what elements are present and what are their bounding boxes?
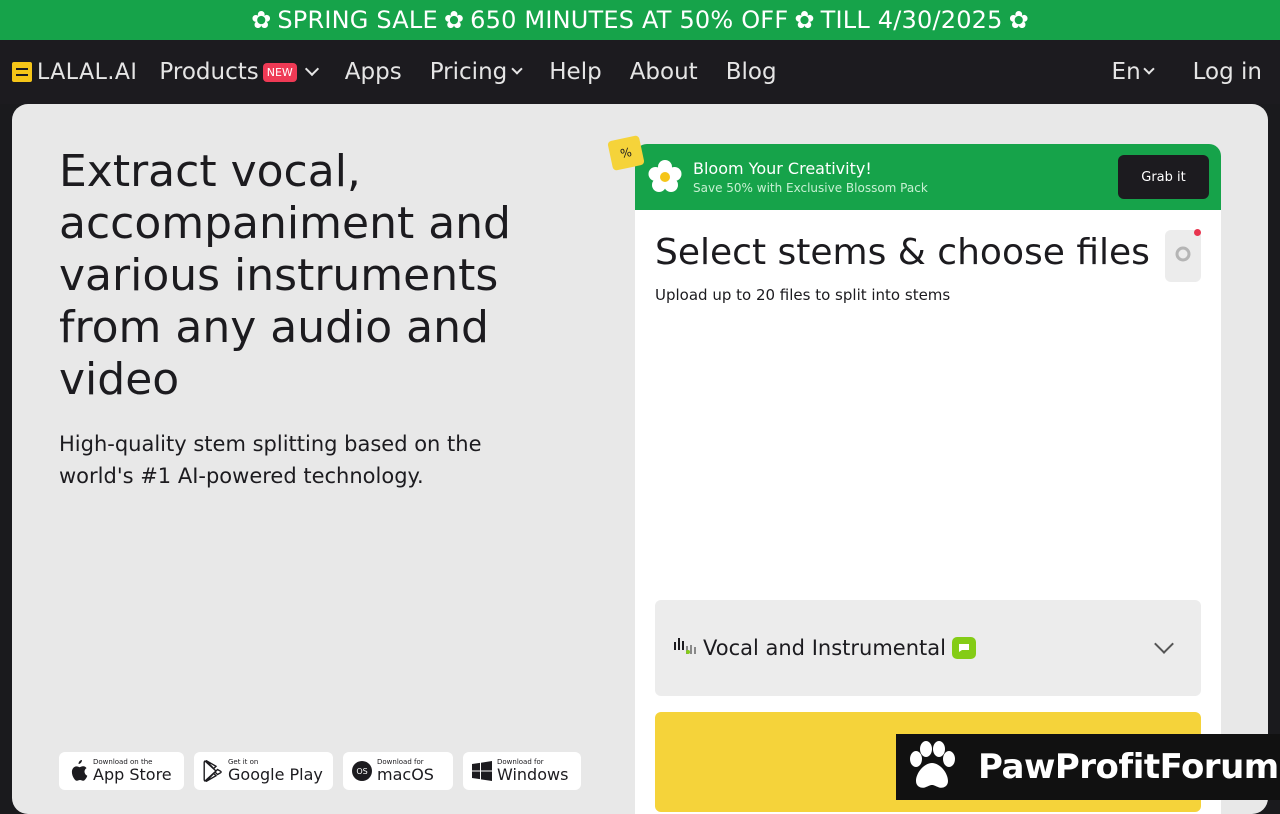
chevron-down-icon [1142,63,1155,75]
nav-item-blog[interactable]: Blog [726,59,777,85]
nav-item-label: Help [549,59,602,85]
nav-item-label: Pricing [429,59,508,85]
nav-item-pricing[interactable]: Pricing [429,59,523,85]
app-store-badges: Download on the App Store Get it on Goog… [59,752,591,790]
nav-item-label: About [629,59,698,85]
chat-bubble-icon [951,637,976,659]
new-badge: NEW [262,62,297,82]
flower-icon: ✿ [251,6,272,34]
nav-item-label: Blog [725,59,777,85]
watermark-text: PawProfitForum [978,747,1279,787]
nav-item-help[interactable]: Help [549,59,601,85]
app-store-button[interactable]: Download on the App Store [59,752,184,790]
promo-bar[interactable]: ✿ SPRING SALE ✿ 650 MINUTES AT 50% OFF ✿… [0,0,1280,40]
store-big-label: App Store [93,765,172,784]
google-play-button[interactable]: Get it on Google Play [194,752,333,790]
paw-icon [904,739,960,795]
windows-download-button[interactable]: Download for Windows [463,752,581,790]
flower-icon: ✿ [443,6,465,34]
nav-item-label: Products [159,59,259,85]
apple-icon [67,760,89,782]
chevron-down-icon [511,63,523,75]
nav-item-apps[interactable]: Apps [345,59,402,85]
waveform-icon [673,636,697,660]
macos-icon: OS [351,760,373,782]
chevron-down-icon [1154,634,1174,654]
store-big-label: Windows [497,765,569,784]
logo-text: LALAL.AI [37,59,138,85]
promo-banner: Bloom Your Creativity! Save 50% with Exc… [635,144,1221,210]
store-big-label: Google Play [228,765,323,784]
flower-icon: ✿ [794,6,815,34]
language-selector[interactable]: En [1111,59,1155,85]
top-nav: LALAL.AI Products NEW Apps Pricing Help … [0,40,1280,104]
notification-dot [1194,229,1201,236]
gear-icon [1174,245,1192,267]
hero-title: Extract vocal, accompaniment and various… [59,146,511,405]
watermark: PawProfitForum [896,734,1280,800]
stem-option-label: Vocal and Instrumental [703,636,946,660]
chevron-down-icon [304,61,319,77]
language-label: En [1111,59,1141,85]
promo-text-sale: SPRING SALE [277,6,438,34]
hero-subtitle: High-quality stem splitting based on the… [59,432,482,488]
macos-download-button[interactable]: OS Download for macOS [343,752,453,790]
nav-right: En Log in [1112,59,1280,85]
login-link[interactable]: Log in [1193,59,1262,85]
nav-item-products[interactable]: Products NEW [159,59,319,85]
promo-banner-text: Bloom Your Creativity! Save 50% with Exc… [693,159,928,195]
panel-subtitle: Upload up to 20 files to split into stem… [655,286,951,304]
flower-icon: ✿ [1008,6,1029,34]
promo-banner-subtitle: Save 50% with Exclusive Blossom Pack [693,181,928,195]
main-card: Extract vocal, accompaniment and various… [12,104,1268,814]
grab-it-button[interactable]: Grab it [1118,155,1209,199]
nav-item-label: Apps [344,59,402,85]
windows-icon [471,760,493,782]
login-label: Log in [1192,59,1262,85]
macos-icon-text: OS [352,761,372,781]
promo-banner-title: Bloom Your Creativity! [693,159,872,178]
promo-text-minutes: 650 MINUTES AT 50% OFF [470,6,789,34]
panel-title: Select stems & choose files [655,232,1150,273]
logo[interactable]: LALAL.AI [12,60,137,85]
flower-icon [647,159,683,195]
google-play-icon [202,760,224,782]
logo-icon [12,62,32,82]
promo-text-date: TILL 4/30/2025 [820,6,1003,34]
upload-panel: Select stems & choose files Upload up to… [635,210,1221,814]
settings-button[interactable] [1165,230,1201,282]
store-big-label: macOS [377,765,434,784]
nav-item-about[interactable]: About [630,59,698,85]
stem-type-select[interactable]: Vocal and Instrumental [655,600,1201,696]
